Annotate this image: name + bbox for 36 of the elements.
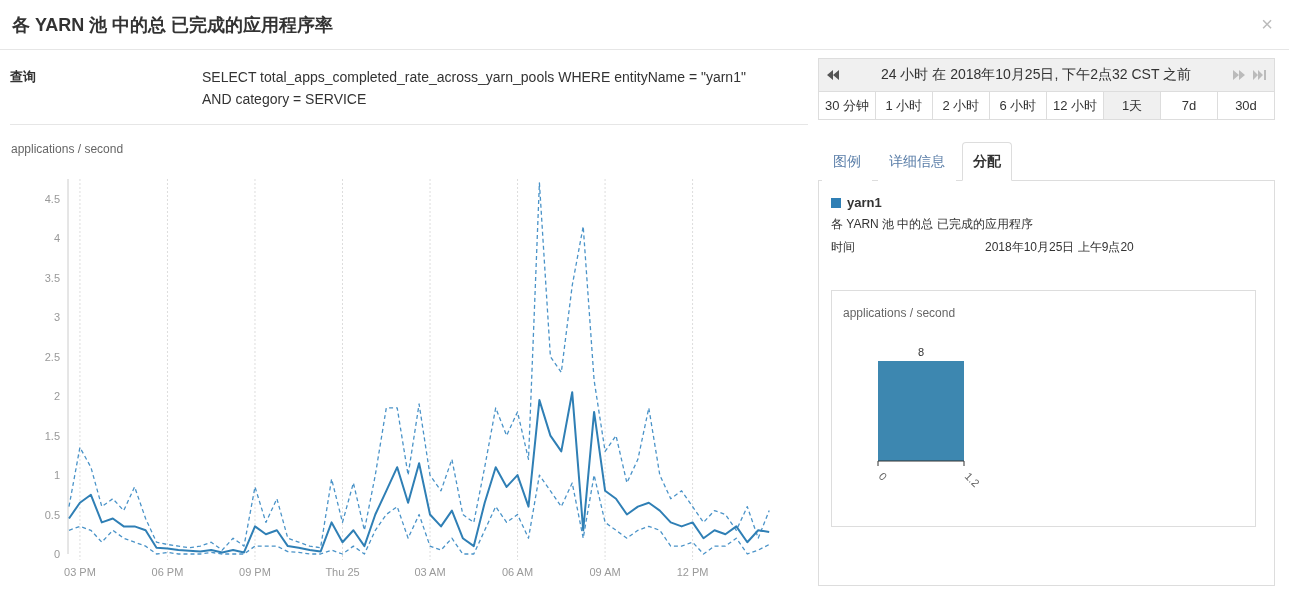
tab[interactable]: 分配 [962,142,1012,181]
y-tick-label: 2 [53,390,60,403]
x-tick-label: 12 PM [676,566,709,578]
skip-to-end-icon[interactable] [1253,70,1266,80]
bin-edge-label: 0 [876,469,890,483]
y-tick-label: 2.5 [44,350,60,363]
y-tick-label: 1 [53,469,60,482]
time-range-text: 24 小时 在 2018年10月25日, 下午2点32 CST 之前 [879,66,1193,84]
y-tick-label: 3.5 [44,271,60,284]
chart-title: applications / second [843,306,956,320]
x-tick-label: 09 PM [239,566,271,578]
rewind-icon[interactable] [827,70,839,80]
time-range-option[interactable]: 1天 [1104,92,1161,119]
y-tick-label: 1.5 [44,429,60,442]
y-tick-label: 0.5 [44,508,60,521]
y-tick-label: 0 [53,548,60,560]
legend-description: 各 YARN 池 中的总 已完成的应用程序 [831,216,1034,233]
x-tick-label: 03 PM [64,566,96,578]
x-tick-label: 06 PM [151,566,184,578]
query-text: SELECT total_apps_completed_rate_across_yarn_pools WHERE entityName = "yarn1" AND category = SERVICE [202,68,747,109]
y-tick-label: 3 [53,311,60,324]
x-tick-label: Thu 25 [325,566,360,578]
time-value: 2018年10月25日 上午9点20 [985,239,1134,256]
y-tick-label: 4.5 [44,192,60,205]
fast-forward-icon[interactable] [1233,70,1245,80]
bin-edge-label: 1.2 [962,469,982,490]
y-tick-label: 4 [53,232,60,245]
query-label: 查询 [10,68,37,86]
bar-value-label: 8 [917,346,925,358]
legend-name: yarn1 [847,195,882,210]
x-tick-label: 03 AM [414,566,446,578]
x-tick-label: 06 AM [501,566,534,578]
x-tick-label: 09 AM [589,566,621,578]
y-axis-label: applications / second [11,142,124,156]
dialog-title: 各 YARN 池 中的总 已完成的应用程序率 [12,13,334,37]
time-label: 时间 [831,239,856,256]
